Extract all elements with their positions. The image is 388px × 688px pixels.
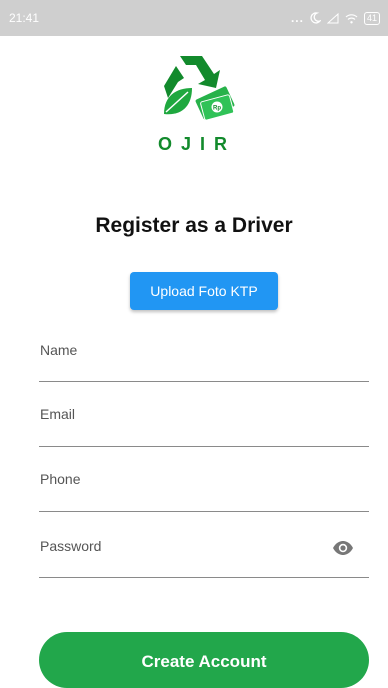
password-field-underline [39, 577, 369, 578]
phone-field-label: Phone [40, 471, 81, 487]
status-icons: ... 41 [291, 11, 380, 25]
status-bar: 21:41 ... 41 [0, 0, 388, 36]
signal-icon [326, 12, 339, 23]
email-field-label: Email [40, 406, 76, 422]
password-field-label: Password [40, 538, 102, 554]
moon-icon [310, 12, 321, 24]
wifi-icon [345, 13, 358, 23]
phone-field[interactable]: Phone [39, 465, 369, 513]
password-field[interactable]: Password [39, 530, 369, 580]
page-title: Register as a Driver [95, 214, 293, 237]
status-time: 21:41 [9, 11, 40, 25]
name-field[interactable]: Name [39, 336, 369, 384]
upload-ktp-button[interactable]: Upload Foto KTP [130, 272, 278, 310]
eye-icon[interactable] [332, 540, 354, 556]
email-field-underline [39, 446, 369, 447]
email-field[interactable]: Email [39, 400, 369, 448]
brand-name: OJIR [157, 134, 236, 154]
name-field-label: Name [40, 342, 78, 358]
battery-icon: 41 [363, 11, 380, 25]
more-dots-icon: ... [290, 11, 304, 25]
ojir-logo: Rp [164, 56, 235, 121]
svg-text:Rp: Rp [213, 106, 221, 112]
name-field-underline [39, 381, 369, 382]
phone-field-underline [39, 511, 369, 512]
